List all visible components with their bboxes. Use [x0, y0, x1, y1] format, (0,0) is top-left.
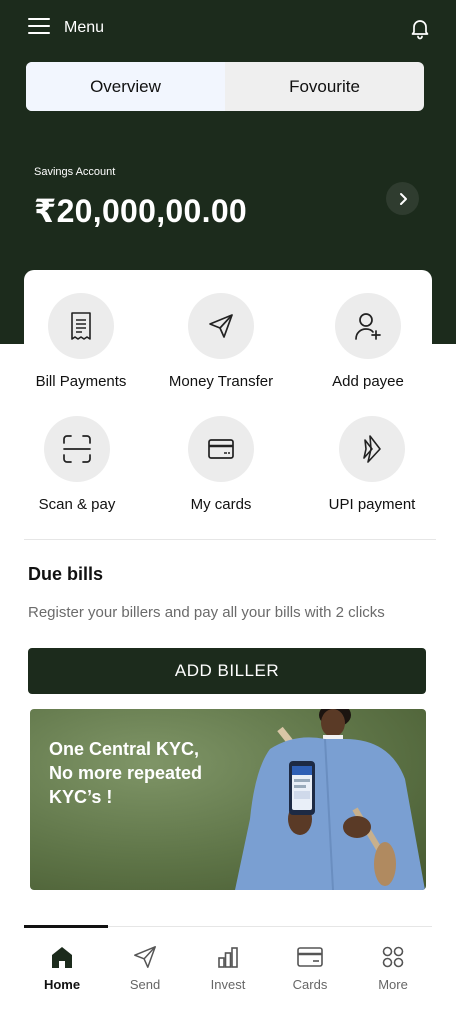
action-my-cards[interactable]: My cards: [156, 416, 286, 513]
action-label: Add payee: [332, 373, 404, 390]
menu-label[interactable]: Menu: [64, 19, 104, 37]
banner-line: One Central KYC,: [49, 739, 200, 759]
action-label: Money Transfer: [168, 373, 274, 390]
action-money-transfer[interactable]: Money Transfer: [156, 293, 286, 390]
due-bills-title: Due bills: [28, 564, 104, 584]
nav-label: Home: [43, 977, 81, 992]
banner-line: KYC’s !: [49, 787, 113, 807]
action-scan-pay[interactable]: Scan & pay: [12, 416, 142, 513]
tab-overview[interactable]: Overview: [26, 62, 225, 111]
send-icon-circle: [188, 293, 254, 359]
nav-label: Send: [129, 977, 161, 992]
chevron-right-icon: [399, 192, 407, 205]
account-balance: ₹20,000,00.00: [34, 193, 248, 229]
upi-icon-circle: [339, 416, 405, 482]
scan-icon: [63, 435, 91, 463]
segmented-control: Overview Fovourite: [26, 62, 424, 111]
bottom-nav: Home Send Invest Cards More: [22, 925, 433, 1012]
banner-line: No more repeated: [49, 763, 203, 783]
action-add-payee[interactable]: Add payee: [303, 293, 433, 390]
nav-more[interactable]: More: [353, 943, 433, 992]
home-icon: [52, 947, 72, 968]
top-bar: Menu: [0, 0, 456, 56]
action-label: Bill Payments: [35, 373, 127, 390]
user-plus-icon: [355, 313, 381, 340]
nav-cards[interactable]: Cards: [270, 943, 350, 992]
receipt-icon-circle: [48, 293, 114, 359]
action-label: My cards: [190, 496, 252, 513]
hamburger-icon[interactable]: [28, 18, 50, 36]
nav-label: More: [378, 977, 408, 992]
action-upi-payment[interactable]: UPI payment: [307, 416, 437, 513]
account-type-label: Savings Account: [34, 166, 116, 178]
nav-send[interactable]: Send: [105, 943, 185, 992]
kyc-promo-banner[interactable]: One Central KYC, No more repeated KYC’s …: [30, 709, 426, 890]
send-icon: [209, 314, 233, 338]
upi-icon: [363, 435, 381, 463]
nav-home[interactable]: Home: [22, 943, 102, 992]
action-label: Scan & pay: [38, 496, 116, 513]
receipt-icon: [71, 312, 91, 340]
nav-label: Invest: [210, 977, 246, 992]
tab-favourite[interactable]: Fovourite: [225, 62, 424, 111]
scan-icon-circle: [44, 416, 110, 482]
account-details-button[interactable]: [386, 182, 419, 215]
bar-chart-icon: [218, 947, 238, 968]
action-label: UPI payment: [328, 496, 416, 513]
action-bill-payments[interactable]: Bill Payments: [16, 293, 146, 390]
card-icon: [208, 439, 234, 459]
add-biller-button[interactable]: ADD BILLER: [28, 648, 426, 694]
quick-actions-card: Bill Payments Money Transfer Add payee S…: [24, 270, 432, 570]
user-plus-icon-circle: [335, 293, 401, 359]
banner-text: One Central KYC, No more repeated KYC’s …: [49, 737, 239, 809]
person-with-phone-illustration: [235, 709, 425, 890]
nav-label: Cards: [292, 977, 328, 992]
grid-icon: [382, 946, 404, 968]
card-icon: [297, 947, 323, 967]
nav-invest[interactable]: Invest: [188, 943, 268, 992]
section-divider: [24, 539, 436, 540]
card-icon-circle: [188, 416, 254, 482]
send-icon: [134, 946, 156, 968]
nav-active-indicator: [24, 925, 108, 928]
bell-icon[interactable]: [408, 16, 432, 40]
due-bills-subtitle: Register your billers and pay all your b…: [28, 604, 385, 621]
